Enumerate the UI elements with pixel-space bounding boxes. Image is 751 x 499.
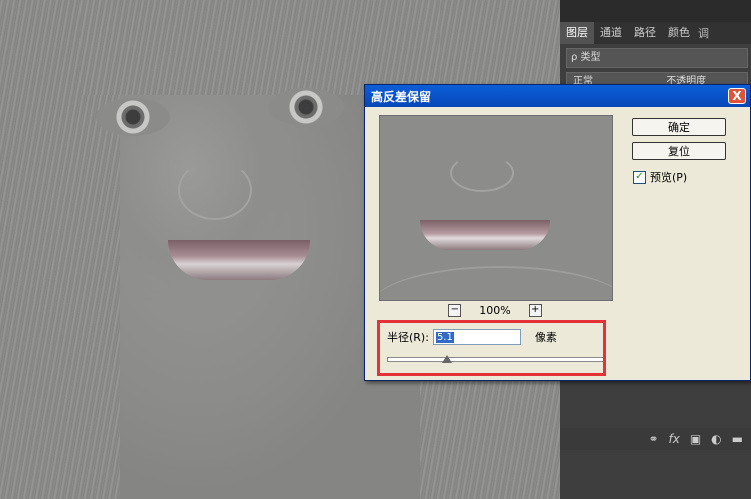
filter-kind-label: ρ 类型	[571, 52, 601, 63]
eye-right	[268, 88, 344, 126]
zoom-out-button[interactable]: −	[448, 303, 462, 317]
panel-top-bar	[560, 0, 751, 22]
dialog-titlebar[interactable]: 高反差保留 X	[365, 85, 750, 107]
preview-mouth	[420, 220, 550, 250]
dialog-title: 高反差保留	[371, 90, 432, 104]
ok-button[interactable]: 确定	[632, 118, 726, 136]
link-icon[interactable]: ⚭	[648, 432, 658, 446]
preview-chin	[380, 266, 612, 300]
mask-icon[interactable]: ▣	[690, 432, 701, 446]
folder-icon[interactable]: ▬	[732, 432, 743, 446]
tab-color[interactable]: 颜色	[662, 22, 696, 44]
highlight-box	[377, 320, 606, 376]
preview-checkbox[interactable]: ✓	[633, 170, 646, 184]
tab-layers[interactable]: 图层	[560, 22, 594, 44]
preview-nose	[450, 154, 514, 192]
zoom-controls: − 100% +	[379, 302, 611, 318]
panel-tabs: 图层 通道 路径 颜色 调	[560, 22, 751, 44]
panel-footer: ⚭ fx ▣ ◐ ▬	[560, 428, 751, 450]
preview-checkbox-label: 预览(P)	[650, 171, 688, 184]
close-button[interactable]: X	[728, 88, 746, 104]
preview-pane[interactable]	[379, 115, 613, 301]
tab-adjust[interactable]: 调	[698, 25, 709, 41]
adjustment-icon[interactable]: ◐	[711, 432, 721, 446]
fx-icon[interactable]: fx	[669, 432, 680, 446]
reset-button[interactable]: 复位	[632, 142, 726, 160]
eye-left	[96, 98, 170, 136]
zoom-percent: 100%	[479, 303, 511, 317]
tab-channels[interactable]: 通道	[594, 22, 628, 44]
tab-paths[interactable]: 路径	[628, 22, 662, 44]
preview-checkbox-row[interactable]: ✓ 预览(P)	[633, 169, 687, 185]
hair-top	[80, 0, 440, 95]
nose-shape	[178, 160, 252, 220]
layer-filter-row[interactable]: ρ 类型	[566, 48, 748, 68]
zoom-in-button[interactable]: +	[528, 303, 542, 317]
mouth	[168, 240, 310, 280]
